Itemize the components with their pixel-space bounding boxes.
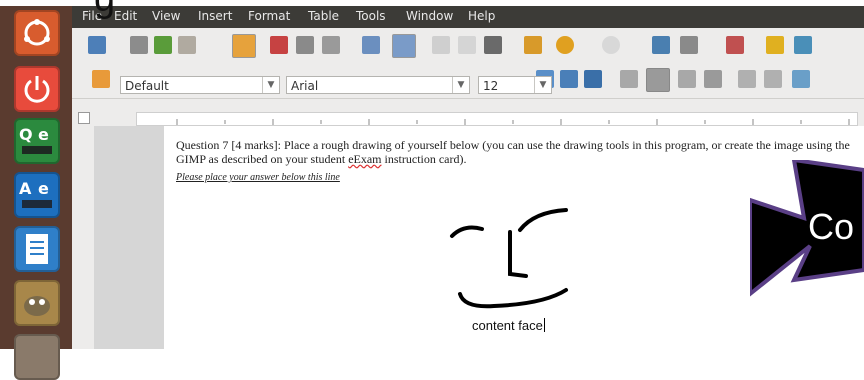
hyperlink-icon[interactable] [652, 36, 670, 54]
drawing-caption: content face [472, 318, 545, 333]
vertical-ruler[interactable] [72, 126, 95, 349]
list-icon[interactable] [738, 70, 756, 88]
menu-help[interactable]: Help [468, 9, 495, 23]
launcher: Qe Ae [0, 0, 72, 380]
menu-tools[interactable]: Tools [356, 9, 386, 23]
font-size-value: 12 [483, 79, 499, 93]
horizontal-ruler[interactable] [136, 112, 858, 126]
paragraph-style-combo[interactable]: Default ▼ [120, 76, 280, 94]
font-name-combo[interactable]: Arial ▼ [286, 76, 470, 94]
save-icon[interactable] [154, 36, 172, 54]
svg-text:e: e [38, 179, 49, 198]
styles-icon[interactable] [92, 70, 110, 88]
ruler-row [72, 110, 864, 126]
email-icon[interactable] [178, 36, 196, 54]
qe-exam-icon[interactable]: Qe [14, 118, 60, 164]
menu-insert[interactable]: Insert [198, 9, 232, 23]
clone-formatting-icon[interactable] [524, 36, 542, 54]
launcher-top-strip [0, 0, 72, 6]
new-document-icon[interactable] [88, 36, 106, 54]
page-margin-left [94, 126, 164, 349]
font-size-combo[interactable]: 12 ▼ [478, 76, 552, 94]
align-right-icon[interactable] [678, 70, 696, 88]
cut-icon[interactable] [432, 36, 450, 54]
open-folder-icon[interactable] [130, 36, 148, 54]
export-pdf-icon[interactable] [270, 36, 288, 54]
shutdown-icon[interactable] [14, 66, 60, 112]
edit-mode-icon[interactable] [232, 34, 256, 58]
align-center-icon[interactable] [646, 68, 670, 92]
svg-text:Q: Q [19, 125, 33, 144]
overlay-arrow-text: Co [808, 206, 855, 247]
svg-text:A: A [19, 179, 32, 198]
menu-view[interactable]: View [152, 9, 180, 23]
text-cursor [543, 318, 545, 332]
menubar: File Edit View Insert Format Table Tools… [72, 6, 864, 28]
paragraph-style-value: Default [125, 79, 169, 93]
justify-icon[interactable] [704, 70, 722, 88]
gimp-mascot-icon [24, 296, 50, 316]
dash-home-icon[interactable] [14, 10, 60, 56]
power-icon [24, 76, 50, 103]
chevron-down-icon: ▼ [534, 77, 551, 93]
undo-icon[interactable] [556, 36, 574, 54]
qe-exam-logo-icon: Qe [19, 125, 52, 154]
redo-icon[interactable] [602, 36, 620, 54]
menu-table[interactable]: Table [308, 9, 339, 23]
print-icon[interactable] [296, 36, 314, 54]
spellcheck-icon[interactable] [362, 36, 380, 54]
launcher-partial-icon[interactable] [14, 334, 60, 380]
ae-exam-logo-icon: Ae [19, 179, 52, 208]
numbered-list-icon[interactable] [764, 70, 782, 88]
ae-exam-icon[interactable]: Ae [14, 172, 60, 218]
insert-image-icon[interactable] [726, 36, 744, 54]
menu-format[interactable]: Format [248, 9, 290, 23]
font-name-value: Arial [291, 79, 319, 93]
copy-icon[interactable] [458, 36, 476, 54]
autospellcheck-icon[interactable] [392, 34, 416, 58]
paste-icon[interactable] [484, 36, 502, 54]
indent-icon[interactable] [792, 70, 810, 88]
underline-a-icon[interactable] [584, 70, 602, 88]
print-preview-icon[interactable] [322, 36, 340, 54]
menu-window[interactable]: Window [406, 9, 453, 23]
ubuntu-logo-icon [24, 19, 50, 46]
gallery-icon[interactable] [794, 36, 812, 54]
table-icon[interactable] [680, 36, 698, 54]
navigator-icon[interactable] [766, 36, 784, 54]
slide-heading-fragment: g [94, 0, 115, 21]
align-left-icon[interactable] [620, 70, 638, 88]
writer-icon[interactable] [14, 226, 60, 272]
menu-edit[interactable]: Edit [114, 9, 137, 23]
svg-text:e: e [38, 125, 49, 144]
chevron-down-icon: ▼ [262, 77, 279, 93]
standard-toolbar [72, 28, 864, 63]
tab-stop-selector-icon[interactable] [78, 112, 90, 124]
document-icon [26, 234, 48, 264]
gimp-icon[interactable] [14, 280, 60, 326]
italic-a-icon[interactable] [560, 70, 578, 88]
chevron-down-icon: ▼ [452, 77, 469, 93]
drawing-caption-text: content face [472, 318, 543, 333]
